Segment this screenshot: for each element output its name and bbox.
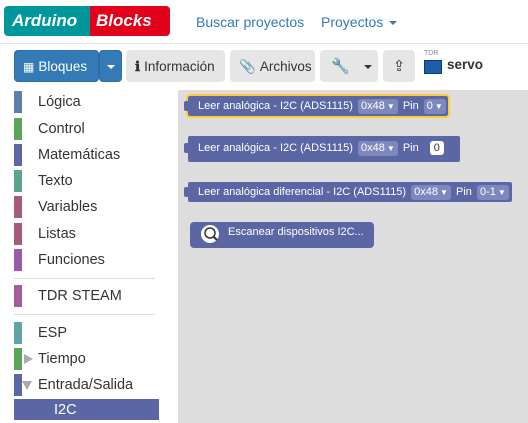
category-label: TDR STEAM (38, 288, 122, 304)
category-label: Listas (38, 226, 76, 242)
address-value: 0x48 (360, 100, 385, 112)
category-label: Lógica (38, 94, 81, 110)
category-texto[interactable]: Texto (14, 170, 159, 192)
category-label: Texto (38, 173, 73, 189)
category-tdr-steam[interactable]: TDR STEAM (14, 285, 159, 307)
logo-part-arduino: Arduino (4, 6, 92, 36)
logo-part-blocks: Blocks (90, 6, 170, 36)
category-label: Entrada/Salida (38, 377, 134, 393)
caret-down-icon (363, 65, 372, 70)
pin-label: Pin (456, 186, 472, 198)
pin-label: Pin (402, 142, 419, 154)
files-button-label: Archivos (259, 59, 312, 74)
arduinoblocks-logo[interactable]: Arduino Blocks (4, 6, 170, 36)
wrench-icon: 🔧 (331, 58, 350, 75)
address-value: 0x48 (414, 186, 439, 198)
address-dropdown[interactable]: 0x48 ▼ (411, 185, 451, 200)
block-text: Leer analógica diferencial - I2C (ADS111… (198, 186, 407, 198)
project-name: servo (447, 57, 484, 72)
top-navbar: Arduino Blocks Buscar proyectos Proyecto… (0, 0, 528, 44)
category-label: Matemáticas (38, 147, 121, 163)
info-icon: ℹ (135, 59, 141, 74)
block-scan-i2c-devices[interactable]: Escanear dispositivos I2C... (190, 222, 374, 248)
block-read-analog-i2c-number[interactable]: Leer analógica - I2C (ADS1115) 0x48 ▼ Pin… (184, 136, 460, 162)
category-label: Variables (38, 199, 98, 215)
search-projects-link[interactable]: Buscar proyectos (196, 14, 304, 30)
blocks-button-label: Bloques (38, 59, 88, 74)
category-divider (14, 314, 155, 315)
projects-menu[interactable]: Proyectos (321, 14, 398, 30)
tools-menu-button[interactable]: 🔧 (320, 50, 378, 82)
paperclip-icon: 📎 (239, 59, 256, 74)
pin-dropdown[interactable]: 0-1 ▼ (476, 185, 509, 200)
block-text: Escanear dispositivos I2C... (228, 226, 364, 238)
category-matematicas[interactable]: Matemáticas (14, 144, 159, 166)
blocks-button[interactable]: ▦ Bloques (14, 50, 99, 82)
category-label: ESP (38, 325, 68, 341)
block-read-analog-differential-i2c[interactable]: Leer analógica diferencial - I2C (ADS111… (184, 182, 512, 202)
category-tiempo[interactable]: Tiempo (14, 348, 159, 370)
chevron-down-icon (389, 21, 398, 26)
category-label: Control (38, 121, 85, 137)
block-read-analog-i2c[interactable]: Leer analógica - I2C (ADS1115) 0x48 ▼ Pin… (184, 94, 450, 118)
block-text: Leer analógica - I2C (ADS1115) (198, 142, 353, 154)
category-listas[interactable]: Listas (14, 223, 159, 245)
category-divider (14, 278, 155, 279)
pin-value: 0 (426, 100, 433, 112)
category-variables[interactable]: Variables (14, 196, 159, 218)
info-button-label: Información (144, 59, 215, 74)
puzzle-icon: ▦ (23, 60, 35, 74)
block-text: Leer analógica - I2C (ADS1115) (198, 100, 353, 112)
collapse-arrow-icon[interactable] (22, 381, 32, 390)
category-label: Tiempo (38, 351, 86, 367)
info-button[interactable]: ℹ Información (126, 50, 225, 82)
category-i2c[interactable]: I2C (14, 399, 159, 420)
block-category-sidebar: Lógica Control Matemáticas Texto Variabl… (0, 90, 178, 423)
category-esp[interactable]: ESP (14, 322, 159, 344)
address-dropdown[interactable]: 0x48 ▼ (357, 99, 398, 114)
share-icon: ⇪ (392, 58, 406, 75)
projects-menu-label: Proyectos (321, 14, 384, 30)
expand-arrow-icon[interactable] (24, 354, 33, 364)
category-control[interactable]: Control (14, 118, 159, 140)
files-button[interactable]: 📎 Archivos (230, 50, 315, 82)
pin-value: 0-1 (479, 186, 496, 198)
board-icon: TDR (424, 50, 442, 74)
address-value: 0x48 (360, 142, 385, 154)
category-funciones[interactable]: Funciones (14, 249, 159, 271)
caret-down-icon (106, 65, 115, 70)
category-entrada-salida[interactable]: Entrada/Salida (14, 374, 159, 396)
category-label: Funciones (38, 252, 105, 268)
i2c-scan-icon (200, 224, 220, 244)
pin-label: Pin (402, 100, 419, 112)
share-button[interactable]: ⇪ (383, 50, 415, 82)
category-logica[interactable]: Lógica (14, 91, 159, 113)
pin-value: 0 (433, 142, 440, 154)
blocks-dropdown-button[interactable] (99, 50, 122, 82)
pin-dropdown[interactable]: 0 ▼ (423, 99, 446, 114)
address-dropdown[interactable]: 0x48 ▼ (357, 141, 398, 156)
pin-number-input[interactable]: 0 (429, 141, 444, 155)
category-label: I2C (54, 402, 77, 418)
board-label: TDR (424, 50, 439, 57)
